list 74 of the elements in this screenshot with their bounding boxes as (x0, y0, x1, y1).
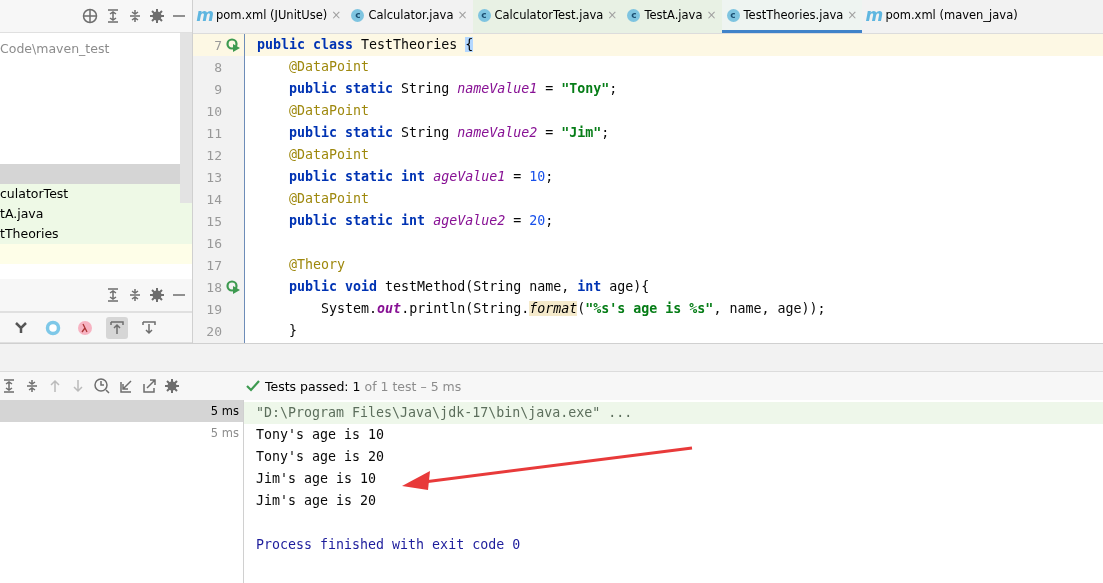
scrollbar[interactable] (180, 32, 192, 203)
code-line: @DataPoint (288, 58, 371, 76)
settings-icon[interactable] (150, 8, 164, 23)
line-number: 8 (214, 59, 222, 75)
line-number: 9 (214, 81, 222, 97)
expand-all-icon[interactable] (2, 379, 16, 393)
settings-icon[interactable] (165, 379, 179, 393)
code-line: public static int ageValue2 = 20; (288, 212, 555, 230)
console-line: Process finished with exit code 0 (255, 536, 522, 554)
console-line: Tony's age is 10 (255, 426, 386, 444)
line-number: 13 (206, 169, 222, 185)
run-icon[interactable] (226, 280, 240, 294)
project-path: Code\maven_test (0, 40, 111, 58)
test-result-row[interactable]: 5 ms (0, 400, 243, 422)
line-number: 12 (206, 147, 222, 163)
code-line: public static String nameValue1 = "Tony"; (288, 80, 619, 98)
code-line: @Theory (288, 256, 347, 274)
editor-tab[interactable]: c TestTheories.java × (721, 0, 863, 33)
tree-item[interactable]: tTheories (0, 223, 192, 244)
test-class-icon: c (477, 8, 491, 22)
fork-icon[interactable] (15, 321, 27, 334)
test-class-icon: c (726, 8, 740, 22)
code-line: @DataPoint (288, 146, 371, 164)
tab-label: CalculatorTest.java (494, 8, 604, 22)
console-line: Jim's age is 20 (255, 492, 378, 510)
test-status: Tests passed: 1 of 1 test – 5 ms (265, 378, 462, 394)
maven-icon: m (867, 5, 882, 25)
code-line: public static String nameValue2 = "Jim"; (288, 124, 611, 142)
code-line: @DataPoint (288, 190, 371, 208)
line-number: 10 (206, 103, 222, 119)
line-number: 19 (206, 301, 222, 317)
console-line: Jim's age is 10 (255, 470, 378, 488)
expand-all-icon[interactable] (106, 8, 120, 23)
expand-all-icon[interactable] (106, 288, 120, 303)
code-line: public void testMethod(String name, int age){ (288, 278, 651, 296)
arrow-up-icon (110, 320, 124, 335)
editor-tab[interactable]: c CalculatorTest.java × (472, 0, 623, 33)
import-icon[interactable] (119, 379, 133, 393)
line-number: 15 (206, 213, 222, 229)
collapse-all-icon[interactable] (25, 379, 39, 393)
line-number: 17 (206, 257, 222, 273)
editor-tab[interactable]: c TestA.java × (622, 0, 722, 33)
export-icon[interactable] (142, 379, 156, 393)
code-line: } (288, 322, 299, 340)
tab-label: pom.xml (JUnitUse) (216, 8, 328, 22)
tab-label: Calculator.java (368, 8, 454, 22)
code-line: public static int ageValue1 = 10; (288, 168, 555, 186)
tab-label: pom.xml (maven_java) (885, 8, 1018, 22)
run-icon[interactable] (226, 38, 240, 52)
class-icon: c (351, 8, 365, 22)
line-number: 16 (206, 235, 222, 251)
toggle-button[interactable] (106, 316, 128, 339)
line-number: 14 (206, 191, 222, 207)
lambda-icon[interactable] (77, 319, 93, 336)
line-number: 18 (206, 279, 222, 295)
locate-icon[interactable] (82, 7, 98, 24)
console-line: Tony's age is 20 (255, 448, 386, 466)
code-line: System.out.println(String.format("%s's age is %s", name, age)); (320, 300, 827, 318)
collapse-all-icon[interactable] (128, 8, 142, 23)
test-class-icon: c (627, 8, 641, 22)
code-line: @DataPoint (288, 102, 371, 120)
line-number: 20 (206, 323, 222, 339)
settings-icon[interactable] (150, 288, 164, 303)
line-number: 7 (214, 37, 222, 53)
tab-label: TestA.java (644, 8, 703, 22)
history-icon[interactable] (94, 378, 110, 394)
line-number: 11 (206, 125, 222, 141)
arrow-down-icon (142, 320, 156, 335)
tab-label: TestTheories.java (743, 8, 844, 22)
test-result-row[interactable]: 5 ms (0, 422, 243, 444)
check-icon (246, 380, 260, 392)
tree-item[interactable]: tA.java (0, 203, 192, 224)
maven-icon: m (198, 5, 212, 25)
collapse-all-icon[interactable] (128, 288, 142, 303)
